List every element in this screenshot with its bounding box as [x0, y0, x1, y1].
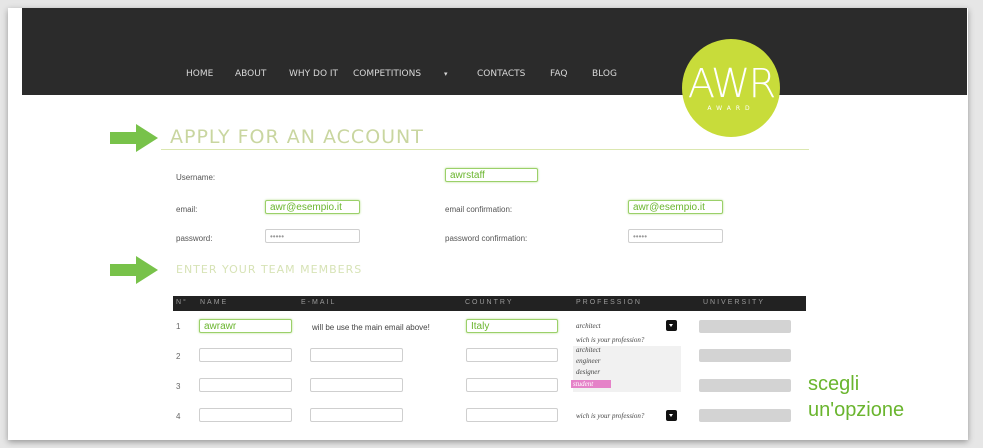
- email-confirmation-label: email confirmation:: [445, 205, 513, 214]
- member-university-input[interactable]: [699, 379, 791, 392]
- member-profession-value: architect: [576, 322, 601, 330]
- email-label: email:: [176, 205, 198, 214]
- nav-why-do-it[interactable]: WHY DO IT: [289, 69, 338, 79]
- dropdown-option-engineer[interactable]: engineer: [576, 357, 601, 365]
- col-header-country: COUNTRY: [465, 299, 514, 306]
- email-confirmation-input[interactable]: awr@esempio.it: [628, 200, 723, 214]
- arrow-right-icon: [110, 124, 158, 152]
- email-input[interactable]: awr@esempio.it: [265, 200, 360, 214]
- logo-text: AWR: [687, 60, 777, 107]
- col-header-name: NAME: [200, 299, 229, 306]
- member-profession-select[interactable]: wich is your profession?: [576, 412, 644, 420]
- password-label: password:: [176, 234, 213, 243]
- col-header-university: UNIVERSITY: [703, 299, 766, 306]
- member-country-input[interactable]: [466, 348, 558, 362]
- section-title-team: ENTER YOUR TEAM MEMBERS: [176, 263, 363, 276]
- section-divider: [161, 149, 809, 150]
- member-country-input[interactable]: [466, 408, 558, 422]
- chevron-down-icon[interactable]: ▾: [444, 70, 448, 78]
- col-header-number: N°: [176, 299, 188, 306]
- site-header: [22, 8, 967, 95]
- password-confirmation-label: password confirmation:: [445, 234, 528, 243]
- logo-subtext: AWARD: [707, 104, 755, 112]
- member-email-input[interactable]: [310, 408, 403, 422]
- nav-faq[interactable]: FAQ: [550, 69, 567, 79]
- nav-contacts[interactable]: CONTACTS: [477, 69, 525, 79]
- nav-blog[interactable]: BLOG: [592, 69, 617, 79]
- row-number: 3: [176, 382, 181, 391]
- dropdown-arrow-icon[interactable]: [666, 320, 677, 331]
- section-title-apply: APPLY FOR AN ACCOUNT: [170, 126, 424, 148]
- row-number: 1: [176, 322, 181, 331]
- member-country-input[interactable]: [466, 378, 558, 392]
- col-header-profession: PROFESSION: [576, 299, 642, 306]
- row-number: 4: [176, 412, 181, 421]
- username-input[interactable]: awrstaff: [445, 168, 538, 182]
- member-university-input[interactable]: [699, 409, 791, 422]
- nav-home[interactable]: HOME: [186, 69, 213, 79]
- awr-logo[interactable]: AWR AWARD: [682, 39, 780, 137]
- nav-competitions[interactable]: COMPETITIONS: [353, 69, 421, 79]
- member-university-input[interactable]: [699, 349, 791, 362]
- nav-about[interactable]: ABOUT: [235, 69, 266, 79]
- dropdown-option-designer[interactable]: designer: [576, 368, 600, 376]
- row-number: 2: [176, 352, 181, 361]
- member-university-input[interactable]: [699, 320, 791, 333]
- dropdown-option-student[interactable]: student: [571, 380, 612, 388]
- dropdown-arrow-icon[interactable]: [666, 410, 677, 421]
- username-label: Username:: [176, 173, 216, 182]
- member-name-input[interactable]: [199, 348, 292, 362]
- member-email-note: will be use the main email above!: [312, 323, 430, 332]
- col-header-email: E-MAIL: [301, 299, 337, 306]
- member-name-input[interactable]: [199, 378, 292, 392]
- password-input[interactable]: •••••: [265, 229, 360, 243]
- member-email-input[interactable]: [310, 378, 403, 392]
- arrow-right-icon: [110, 256, 158, 284]
- team-table-header: N° NAME E-MAIL COUNTRY PROFESSION UNIVER…: [173, 296, 806, 311]
- annotation-option: un'opzione: [808, 399, 905, 421]
- member-email-input[interactable]: [310, 348, 403, 362]
- dropdown-option-architect[interactable]: architect: [576, 346, 601, 354]
- member-name-input[interactable]: awrawr: [199, 319, 292, 333]
- member-country-input[interactable]: Italy: [466, 319, 558, 333]
- password-confirmation-input[interactable]: •••••: [628, 229, 723, 243]
- dropdown-placeholder: wich is your profession?: [576, 336, 645, 344]
- annotation-choose: scegli: [808, 373, 860, 395]
- member-name-input[interactable]: [199, 408, 292, 422]
